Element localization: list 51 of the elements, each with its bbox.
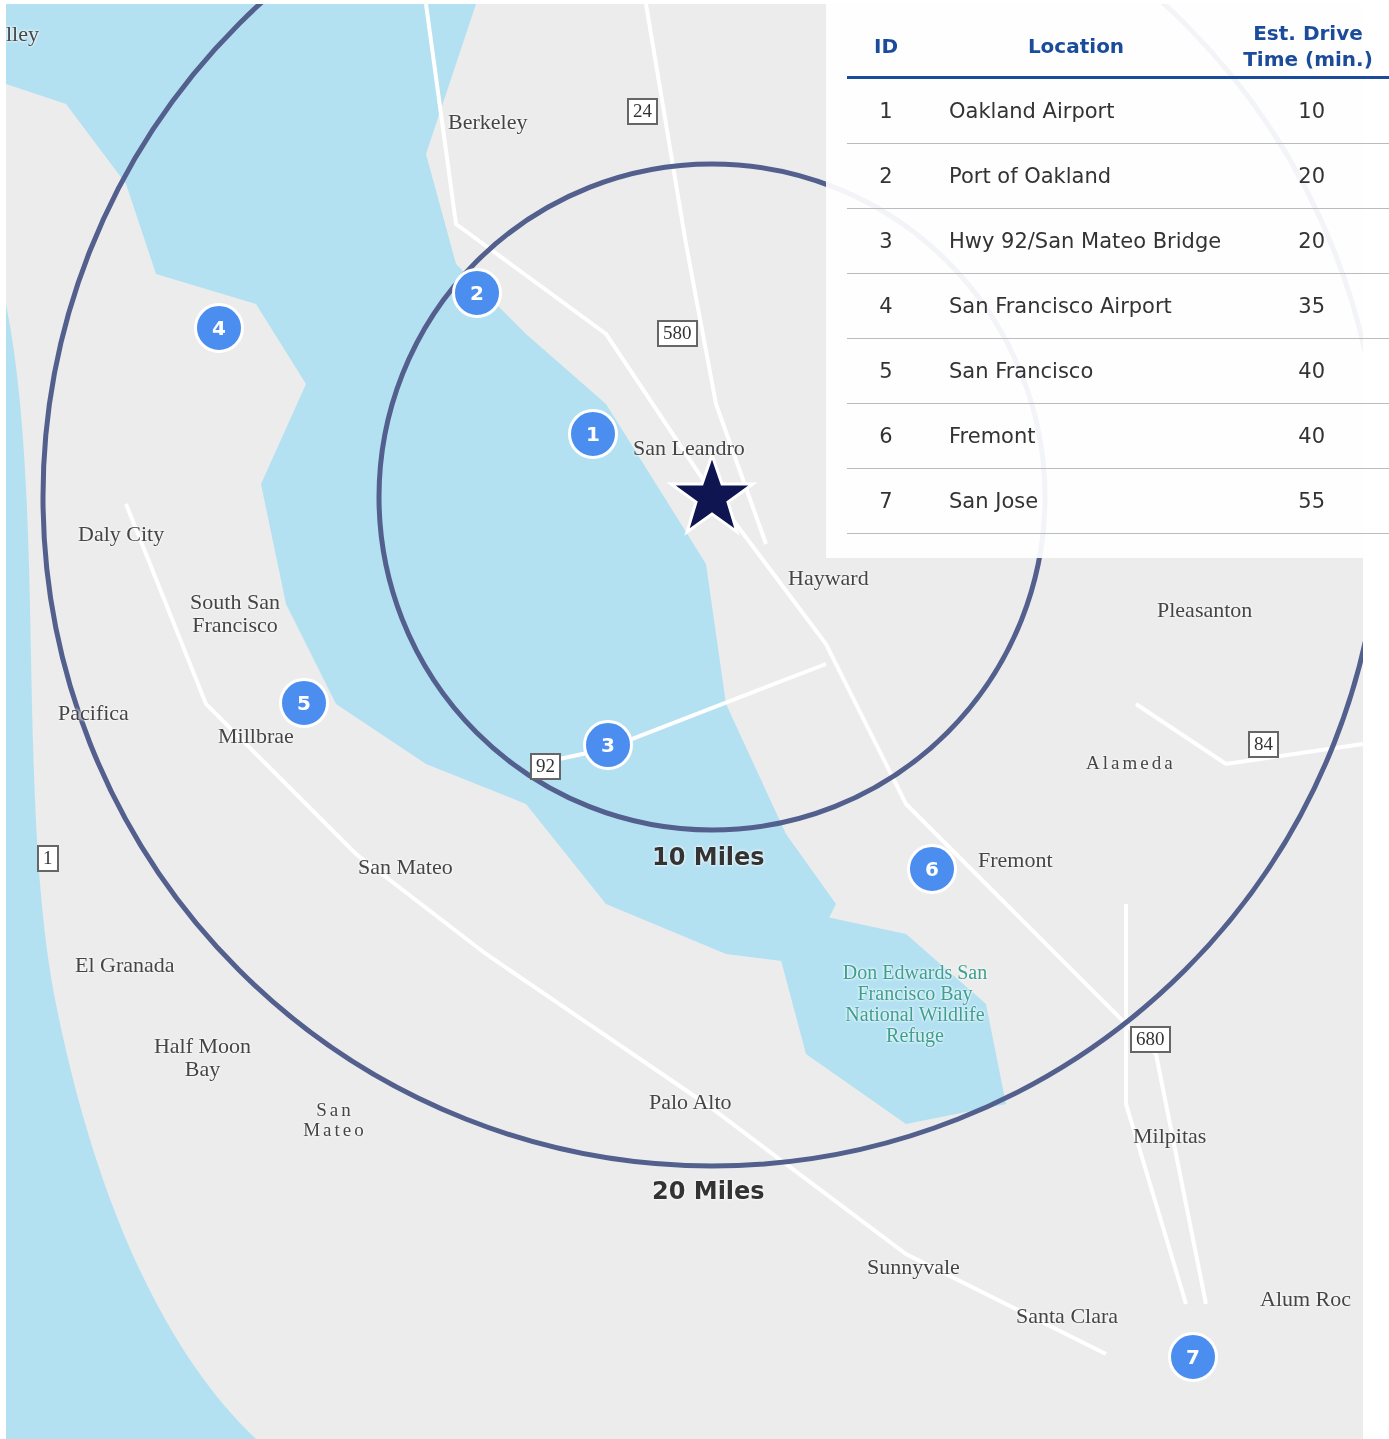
- place-label: Daly City: [78, 522, 165, 546]
- ring-label: 10 Miles: [652, 843, 765, 871]
- route-shield: 680: [1130, 1026, 1171, 1053]
- table-cell: 2: [847, 143, 925, 209]
- table-cell: 40: [1227, 403, 1389, 469]
- place-label: Half Moon Bay: [152, 1034, 253, 1081]
- table-cell: San Francisco Airport: [925, 273, 1227, 339]
- place-label: San Mateo: [358, 855, 453, 879]
- table-cell: 4: [847, 273, 925, 339]
- column-header: ID: [847, 20, 925, 78]
- place-label: Don Edwards San Francisco Bay National Wildlife Refuge: [841, 962, 989, 1046]
- table-cell: 7: [847, 468, 925, 534]
- table-cell: 3: [847, 208, 925, 274]
- place-label: lley: [6, 22, 39, 46]
- table-cell: San Jose: [925, 468, 1227, 534]
- route-shield: 92: [530, 753, 561, 780]
- ring-label: 20 Miles: [652, 1177, 765, 1205]
- table-cell: 1: [847, 77, 925, 144]
- place-label: Sunnyvale: [867, 1255, 960, 1279]
- place-label: San Mateo: [302, 1100, 368, 1140]
- table-cell: Port of Oakland: [925, 143, 1227, 209]
- place-label: Palo Alto: [649, 1090, 732, 1114]
- place-label: South San Francisco: [189, 590, 281, 637]
- table-cell: Oakland Airport: [925, 77, 1227, 144]
- table-cell: 10: [1227, 77, 1389, 144]
- column-header: Location: [925, 20, 1227, 78]
- table-cell: 6: [847, 403, 925, 469]
- place-label: San Leandro: [633, 436, 745, 460]
- table-cell: 35: [1227, 273, 1389, 339]
- table-cell: Fremont: [925, 403, 1227, 469]
- place-label: El Granada: [75, 953, 175, 977]
- place-label: Alum Roc: [1260, 1287, 1352, 1311]
- column-header: Est. Drive Time (min.): [1227, 20, 1389, 78]
- table-cell: Hwy 92/San Mateo Bridge: [925, 208, 1227, 274]
- table-cell: San Francisco: [925, 338, 1227, 404]
- place-label: Fremont: [978, 848, 1053, 872]
- place-label: Milpitas: [1133, 1124, 1207, 1148]
- table-cell: 5: [847, 338, 925, 404]
- route-shield: 24: [627, 98, 658, 125]
- table-cell: 20: [1227, 143, 1389, 209]
- route-shield: 1: [37, 845, 59, 872]
- place-label: Santa Clara: [1016, 1304, 1119, 1328]
- place-label: Berkeley: [448, 110, 528, 134]
- route-shield: 580: [657, 320, 698, 347]
- place-label: Alameda: [1086, 753, 1176, 773]
- route-shield: 84: [1248, 731, 1279, 758]
- table-cell: 40: [1227, 338, 1389, 404]
- place-label: Hayward: [788, 566, 869, 590]
- place-label: Pleasanton: [1157, 598, 1253, 622]
- table-cell: 20: [1227, 208, 1389, 274]
- table-cell: 55: [1227, 468, 1389, 534]
